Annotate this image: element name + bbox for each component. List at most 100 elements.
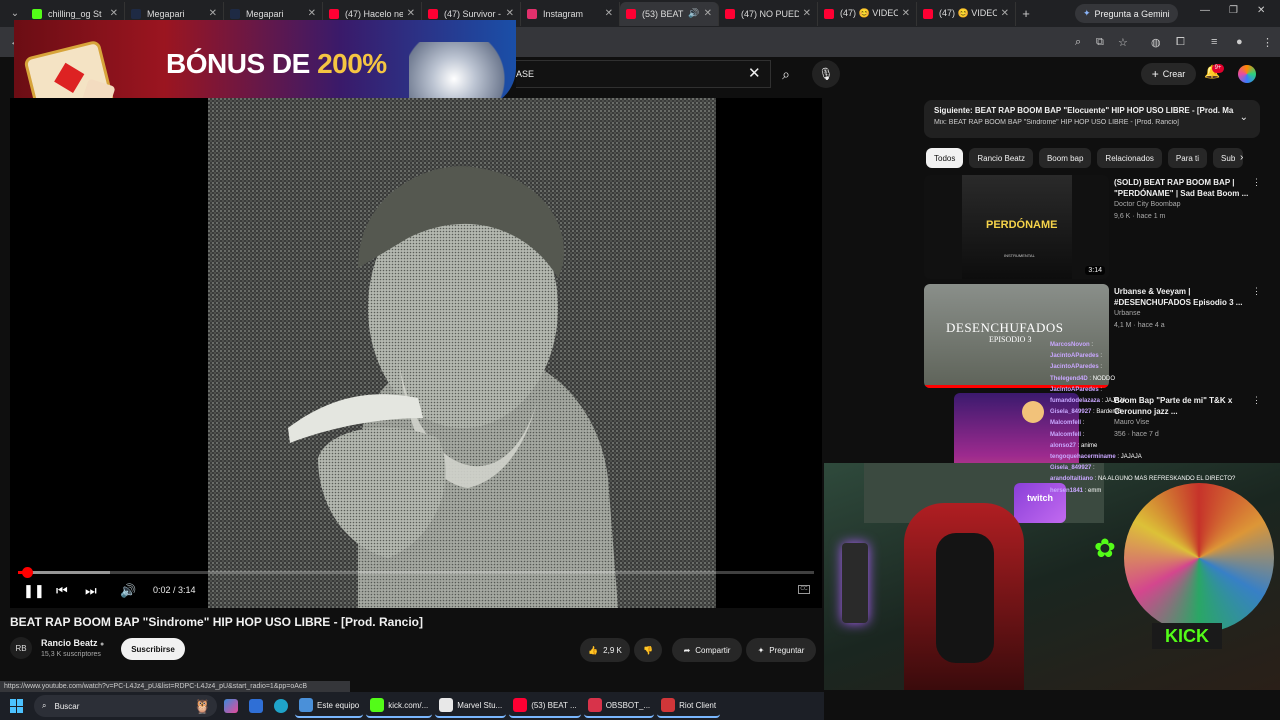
youtube-icon xyxy=(725,8,735,19)
chat-text: : xyxy=(1091,342,1094,348)
scrubber-handle[interactable] xyxy=(21,567,33,578)
clear-search-icon[interactable]: ✕ xyxy=(748,64,761,82)
filter-chip[interactable]: Para ti xyxy=(1167,148,1208,168)
close-tab-icon[interactable]: ✕ xyxy=(209,8,217,19)
close-tab-icon[interactable]: ✕ xyxy=(803,8,811,19)
maximize-icon[interactable]: ❐ xyxy=(1229,5,1238,16)
browser-tab[interactable]: (53) BEAT 🔊 ✕ xyxy=(620,1,719,26)
tab-title: Megapari xyxy=(246,8,284,19)
share-button[interactable]: ➦ Compartir xyxy=(672,638,742,662)
copilot-icon[interactable] xyxy=(220,694,242,718)
thumbs-down-icon: 👎 xyxy=(643,645,653,655)
previous-icon[interactable]: ⏮ xyxy=(56,583,68,599)
close-window-icon[interactable]: ✕ xyxy=(1257,5,1265,16)
filter-chip[interactable]: Sub xyxy=(1213,148,1244,168)
media-control-icon[interactable]: ≡ xyxy=(1211,36,1217,48)
browser-tab[interactable]: (47) 😊 VIDEO ✕ xyxy=(917,1,1016,26)
close-tab-icon[interactable]: ✕ xyxy=(407,8,415,19)
filter-chip[interactable]: Todos xyxy=(926,148,964,168)
close-tab-icon[interactable]: ✕ xyxy=(605,8,613,19)
taskbar-app[interactable]: Riot Client xyxy=(657,694,721,718)
subscribe-button[interactable]: Suscribirse xyxy=(121,638,185,660)
taskbar-app-label: (53) BEAT ... xyxy=(531,700,577,710)
extension-icon[interactable]: ◍ xyxy=(1151,36,1161,49)
chat-text: : xyxy=(1082,420,1085,427)
video-thumbnail[interactable]: PERDÓNAME INSTRUMENTAL 3:14 xyxy=(924,175,1109,279)
volume-icon[interactable]: 🔊 xyxy=(120,583,136,599)
store-icon[interactable] xyxy=(245,694,267,718)
browser-menu-icon[interactable]: ⋮ xyxy=(1262,36,1273,49)
taskbar-app[interactable]: kick.com/... xyxy=(366,694,433,718)
more-options-icon[interactable]: ⋮ xyxy=(1252,177,1261,188)
close-tab-icon[interactable]: ✕ xyxy=(308,8,316,19)
close-tab-icon[interactable]: ✕ xyxy=(110,8,118,19)
create-label: Crear xyxy=(1162,69,1186,79)
app-icon xyxy=(439,698,454,712)
chevron-down-icon[interactable]: ⌄ xyxy=(1240,112,1248,123)
minimize-icon[interactable]: — xyxy=(1200,5,1210,16)
edge-icon[interactable] xyxy=(270,694,292,718)
close-tab-icon[interactable]: ✕ xyxy=(1001,8,1009,19)
search-icon: ⌕ xyxy=(42,701,47,710)
filter-chip[interactable]: Relacionados xyxy=(1097,148,1162,168)
create-button[interactable]: + Crear xyxy=(1141,63,1196,85)
subtitles-icon[interactable]: CC xyxy=(798,585,810,594)
like-button[interactable]: 👍 2,9 K xyxy=(580,638,630,662)
gemini-label: Pregunta a Gemini xyxy=(1094,8,1170,19)
close-tab-icon[interactable]: ✕ xyxy=(506,8,514,19)
video-progress-bar[interactable] xyxy=(18,567,814,578)
extensions-puzzle-icon[interactable]: ⧠ xyxy=(1176,36,1185,49)
recommended-channel: Doctor City Boombap xyxy=(1114,201,1181,208)
install-app-icon[interactable]: ⧉ xyxy=(1096,36,1104,49)
browser-tab[interactable]: (47) 😊 VIDEO ✕ xyxy=(818,1,917,26)
owl-icon: 🦉 xyxy=(193,697,211,714)
account-avatar[interactable] xyxy=(1238,65,1256,83)
taskbar-app[interactable]: Marvel Stu... xyxy=(435,694,507,718)
close-tab-icon[interactable]: ✕ xyxy=(902,8,910,19)
more-options-icon[interactable]: ⋮ xyxy=(1252,286,1261,297)
video-player[interactable]: ❚❚ ⏮ ⏭ 🔊 0:02 / 3:14 CC xyxy=(10,98,822,608)
recommended-video[interactable]: PERDÓNAME INSTRUMENTAL 3:14 (SOLD) BEAT … xyxy=(924,175,1264,279)
chat-username: tengoquehacerminame xyxy=(1050,454,1116,461)
chat-message: arandoltaitiano : NA ALGUNO MAS REFRESKA… xyxy=(1050,474,1250,485)
thumbs-up-icon: 👍 xyxy=(588,645,599,655)
playlist-next-card[interactable]: Siguiente: BEAT RAP BOOM BAP "Elocuente"… xyxy=(924,100,1260,138)
microphone-icon[interactable]: 🎙 xyxy=(812,60,840,88)
close-tab-icon[interactable]: ✕ xyxy=(704,8,712,19)
chat-username: hersen1841 xyxy=(1050,487,1084,494)
taskbar-app[interactable]: (53) BEAT ... xyxy=(509,694,581,718)
search-input[interactable]: ASE xyxy=(516,60,771,88)
subscriber-count: 15,3 K suscriptores xyxy=(41,651,101,658)
taskbar-search[interactable]: ⌕ Buscar 🦉 xyxy=(34,695,217,717)
windows-start-icon[interactable] xyxy=(10,699,24,713)
ask-button[interactable]: ✦ Preguntar xyxy=(746,638,816,662)
pause-icon[interactable]: ❚❚ xyxy=(23,583,45,599)
more-options-icon[interactable]: ⋮ xyxy=(1252,395,1261,406)
ask-gemini-button[interactable]: ✦ Pregunta a Gemini xyxy=(1075,4,1178,23)
chat-text: : xyxy=(1100,353,1103,360)
profile-icon[interactable]: ● xyxy=(1236,36,1243,48)
tab-title: (47) 😊 VIDEO xyxy=(939,8,997,18)
channel-name[interactable]: Rancio Beatz ● xyxy=(41,638,104,648)
chat-username: Malcomfell xyxy=(1050,420,1082,427)
channel-avatar[interactable]: RB xyxy=(10,637,32,659)
search-icon[interactable]: ⌕ xyxy=(772,60,800,88)
new-tab-button[interactable]: + xyxy=(1016,6,1036,21)
taskbar-search-placeholder: Buscar xyxy=(54,701,80,711)
casino-ad-banner[interactable]: BÓNUS DE 200% xyxy=(14,20,516,124)
next-icon[interactable]: ⏭ xyxy=(85,583,97,599)
dislike-button[interactable]: 👎 xyxy=(634,638,662,662)
taskbar-app[interactable]: OBSBOT_... xyxy=(583,694,655,718)
browser-tab[interactable]: Instagram ✕ xyxy=(521,1,620,26)
zoom-icon[interactable]: ⌕ xyxy=(1075,36,1081,49)
gemini-icon: ✦ xyxy=(1083,8,1091,18)
filter-chip[interactable]: Boom bap xyxy=(1038,148,1092,168)
filter-chip[interactable]: Rancio Beatz xyxy=(969,148,1033,168)
browser-tab[interactable]: (47) NO PUED ✕ xyxy=(719,1,818,26)
tab-title: Instagram xyxy=(543,8,584,19)
taskbar-app[interactable]: Este equipo xyxy=(295,694,364,718)
bookmark-star-icon[interactable]: ☆ xyxy=(1118,36,1128,49)
chevron-right-icon[interactable]: › xyxy=(1240,152,1243,163)
verified-icon: ● xyxy=(100,641,105,648)
video-artwork xyxy=(208,98,716,608)
